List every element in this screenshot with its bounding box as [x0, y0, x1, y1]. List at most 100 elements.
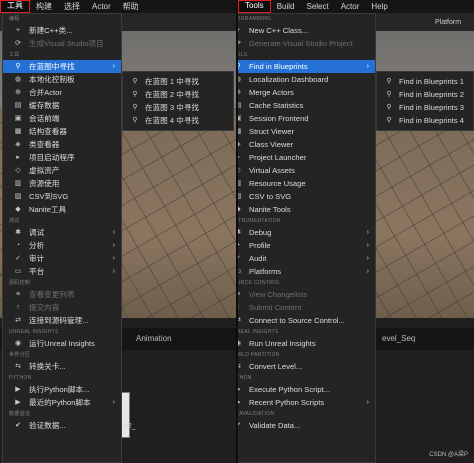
platforms-button[interactable]: Platform [435, 19, 461, 26]
menu-item-label: Generate Visual Studio Project [249, 39, 353, 48]
submenu-item-find-in-blueprints-4[interactable]: ⚲ Find in Blueprints 4 [377, 114, 473, 127]
menu-build[interactable]: Build [271, 0, 301, 13]
menu-item-recent-python-scripts[interactable]: ▶ Recent Python Scripts › [238, 396, 375, 409]
menu-select[interactable]: Select [300, 0, 334, 13]
menu-item-localization-dashboard[interactable]: ◍ Localization Dashboard [238, 73, 375, 86]
tab-animation[interactable]: Animation [136, 334, 172, 343]
platform-icon: ▭ [14, 268, 22, 275]
menu-item-debug[interactable]: ✱ Debug › [238, 226, 375, 239]
nanite-icon: ◆ [15, 206, 21, 213]
menu-item-csv-to-svg[interactable]: ▧ CSV to SVG [238, 190, 375, 203]
menu-item-project-launcher[interactable]: ▸ Project Launcher [238, 151, 375, 164]
menu-item-debug[interactable]: ✱ 调试 › [3, 226, 121, 239]
merge-icon: ⊕ [238, 89, 242, 97]
menu-item-convert-level[interactable]: ⇆ 转换关卡... [3, 360, 121, 373]
menu-item-find-in-blueprints[interactable]: ⚲ 在蓝图中寻找 › [3, 60, 121, 73]
menu-actor[interactable]: Actor [335, 0, 366, 13]
section-header: DATAVALIDATION [238, 411, 275, 417]
menu-item-3[interactable]: Actor [86, 0, 117, 13]
submenu-item-find-in-blueprints-1[interactable]: ⚲ Find in Blueprints 1 [377, 75, 473, 88]
submenu-item-find-in-blueprints-3[interactable]: ⚲ 在蓝图 3 中寻找 [123, 101, 233, 114]
menu-item-class-viewer[interactable]: ◈ Class Viewer [238, 138, 375, 151]
menu-item-submit-content[interactable]: ↑ Submit Content [238, 301, 375, 314]
changelist-icon: ≡ [238, 291, 242, 299]
submenu-item-find-in-blueprints-4[interactable]: ⚲ 在蓝图 4 中寻找 [123, 114, 233, 127]
menu-item-view-changelists[interactable]: ≡ View Changelists [238, 288, 375, 301]
chevron-right-icon: › [366, 255, 369, 262]
menu-item-platforms[interactable]: ▭ 平台 › [3, 265, 121, 278]
menu-item-session-frontend[interactable]: ▣ 会话前端 [3, 112, 121, 125]
menu-item-2[interactable]: 选择 [58, 0, 86, 13]
submenu-item-find-in-blueprints-2[interactable]: ⚲ 在蓝图 2 中寻找 [123, 88, 233, 101]
menu-item-localization-dashboard[interactable]: ◍ 本地化控制板 [3, 73, 121, 86]
menu-item-profile[interactable]: ◔ 分析 › [3, 239, 121, 252]
menu-item-label: 连接到源码管理... [29, 316, 89, 325]
menu-item-project-launcher[interactable]: ▸ 项目启动程序 [3, 151, 121, 164]
chevron-right-icon: › [366, 229, 369, 236]
menu-item-merge-actors[interactable]: ⊕ 合并Actor [3, 86, 121, 99]
menu-item-new-c-class[interactable]: + New C++ Class... [238, 24, 375, 37]
tab-level-sequence[interactable]: evel_Seq [382, 334, 415, 343]
tools-dropdown-menu: PROGRAMMING + New C++ Class... ⟳ Generate Vi… [238, 13, 376, 463]
menu-help[interactable]: Help [365, 0, 393, 13]
submenu-item-find-in-blueprints-2[interactable]: ⚲ Find in Blueprints 2 [377, 88, 473, 101]
menu-item-virtual-assets[interactable]: ◇ Virtual Assets [238, 164, 375, 177]
menu-item-recent-python-scripts[interactable]: ▶ 最近的Python脚本 › [3, 396, 121, 409]
menu-item-nanite-tools[interactable]: ◆ Nanite Tools [238, 203, 375, 216]
menu-item-session-frontend[interactable]: ▣ Session Frontend [238, 112, 375, 125]
tools-dropdown-menu: 编程 + 新建C++类... ⟳ 生成Visual Studio项目 工具 ⚲ 在蓝图中寻找 ›… [2, 13, 122, 463]
chevron-right-icon: › [112, 63, 115, 70]
section-header: TOOLS [238, 52, 248, 58]
menu-item-generate-visual-studio-project[interactable]: ⟳ 生成Visual Studio项目 [3, 37, 121, 50]
menu-item-generate-visual-studio-project[interactable]: ⟳ Generate Visual Studio Project [238, 37, 375, 50]
menu-item-connect-to-source-control[interactable]: ⇄ 连接到源码管理... [3, 314, 121, 327]
menu-item-label: 资源使用 [29, 179, 60, 188]
cache-icon: ▤ [14, 102, 22, 109]
globe-icon: ◍ [238, 76, 242, 84]
python-recent-icon: ▶ [15, 399, 21, 406]
menu-item-audit[interactable]: ✓ 审计 › [3, 252, 121, 265]
menu-item-run-unreal-insights[interactable]: ◉ Run Unreal Insights [238, 337, 375, 350]
menu-item-csv-to-svg[interactable]: ▧ CSV到SVG [3, 190, 121, 203]
menu-item-convert-level[interactable]: ⇆ Convert Level... [238, 360, 375, 373]
menu-item-execute-python-script[interactable]: ▶ 执行Python脚本... [3, 383, 121, 396]
submenu-item-find-in-blueprints-1[interactable]: ⚲ 在蓝图 1 中寻找 [123, 75, 233, 88]
menu-item-validate-data[interactable]: ✔ Validate Data... [238, 419, 375, 432]
menu-item-cache-statistics[interactable]: ▤ Cache Statistics [238, 99, 375, 112]
menu-item-new-c-class[interactable]: + 新建C++类... [3, 24, 121, 37]
menu-item-resource-usage[interactable]: ▥ 资源使用 [3, 177, 121, 190]
submenu-item-find-in-blueprints-3[interactable]: ⚲ Find in Blueprints 3 [377, 101, 473, 114]
menu-item-4[interactable]: 帮助 [117, 0, 145, 13]
menu-item-validate-data[interactable]: ✔ 验证数据... [3, 419, 121, 432]
menu-item-nanite-tools[interactable]: ◆ Nanite工具 [3, 203, 121, 216]
menu-item-platforms[interactable]: ▭ Platforms › [238, 265, 375, 278]
menu-item-label: View Changelists [249, 290, 308, 299]
menu-item-label: 转换关卡... [29, 362, 66, 371]
menu-item-cache-statistics[interactable]: ▤ 缓存数据 [3, 99, 121, 112]
menu-item-struct-viewer[interactable]: ▦ 结构查看器 [3, 125, 121, 138]
changelist-icon: ≡ [15, 291, 21, 298]
session-icon: ▣ [14, 115, 22, 122]
menu-item-virtual-assets[interactable]: ◇ 虚拟资产 [3, 164, 121, 177]
menu-item-resource-usage[interactable]: ▥ Resource Usage [238, 177, 375, 190]
menu-item-connect-to-source-control[interactable]: ⇄ Connect to Source Control... [238, 314, 375, 327]
menu-item-label: 执行Python脚本... [29, 385, 90, 394]
menu-item-profile[interactable]: ◔ Profile › [238, 239, 375, 252]
menu-item-0[interactable]: 工具 [0, 0, 30, 13]
section-header: 测试 [9, 218, 20, 224]
menu-item-merge-actors[interactable]: ⊕ Merge Actors [238, 86, 375, 99]
menu-item-submit-content[interactable]: ↑ 提交内容 [3, 301, 121, 314]
menu-item-1[interactable]: 构建 [30, 0, 58, 13]
menu-item-view-changelists[interactable]: ≡ 查看变更列表 [3, 288, 121, 301]
menu-item-struct-viewer[interactable]: ▦ Struct Viewer [238, 125, 375, 138]
section-header: WORLD PARTITION [238, 352, 280, 358]
menu-tools[interactable]: Tools [238, 0, 271, 13]
menu-item-label: 在蓝图中寻找 [29, 62, 75, 71]
menu-item-execute-python-script[interactable]: ▶ Execute Python Script... [238, 383, 375, 396]
menu-item-label: Virtual Assets [249, 166, 295, 175]
menu-item-class-viewer[interactable]: ◈ 类查看器 [3, 138, 121, 151]
menu-item-audit[interactable]: ✓ Audit › [238, 252, 375, 265]
menu-item-find-in-blueprints[interactable]: ⚲ Find in Blueprints › [238, 60, 375, 73]
menu-item-label: 新建C++类... [29, 26, 73, 35]
menu-item-run-unreal-insights[interactable]: ◉ 运行Unreal Insights [3, 337, 121, 350]
